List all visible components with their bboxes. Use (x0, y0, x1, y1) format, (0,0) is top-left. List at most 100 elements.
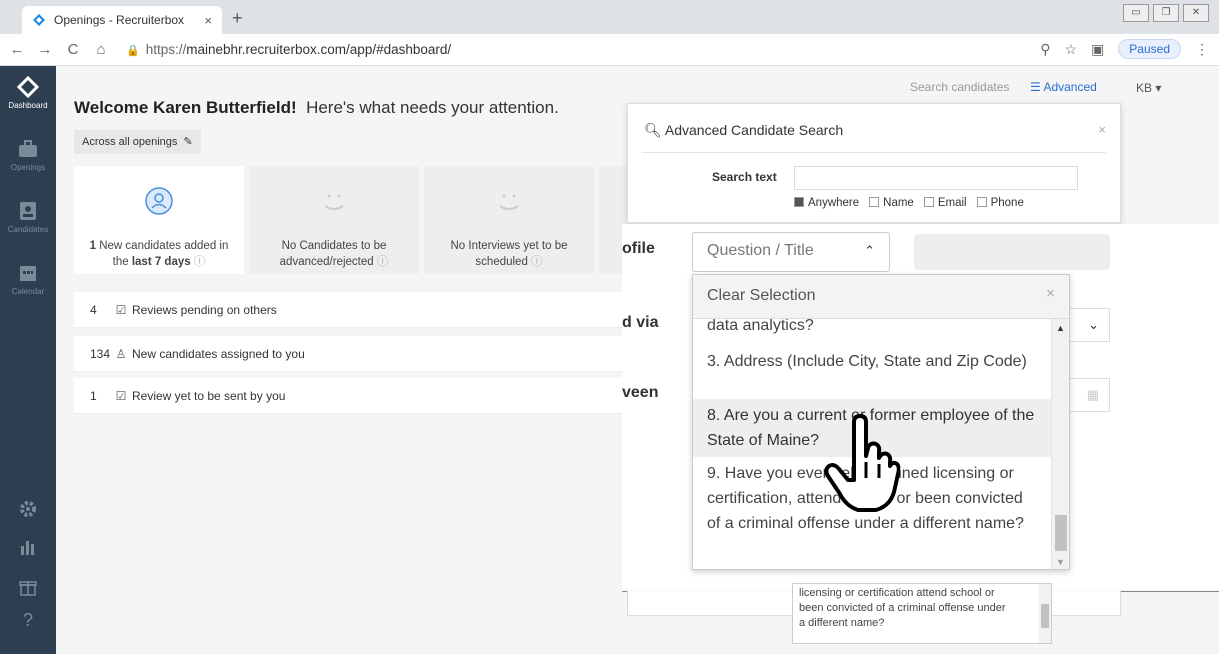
forward-icon[interactable]: → (34, 41, 56, 58)
fragment-line: been convicted of a criminal offense und… (799, 602, 1006, 614)
card-count: No (281, 240, 297, 252)
address-bar-actions: ⚲ ☆ ▣ Paused ⋮ (1040, 39, 1209, 59)
checkbox-name[interactable]: Name (869, 197, 914, 209)
back-icon[interactable]: ← (6, 41, 28, 58)
tab-title: Openings - Recruiterbox (54, 13, 185, 27)
checkbox-empty-icon (923, 197, 934, 207)
pencil-icon: ✎ (180, 136, 193, 148)
summary-card-interviews[interactable]: No Interviews yet to be scheduled ⓘ (424, 166, 594, 274)
card-line1: Interviews yet to be (468, 240, 568, 252)
bookmark-star-icon[interactable]: ☆ (1065, 41, 1078, 58)
openings-filter-label: Across all openings (82, 136, 178, 148)
answer-input[interactable] (914, 234, 1110, 270)
search-input[interactable]: Search candidates (900, 80, 1030, 94)
task-row-new-candidates[interactable]: 134 ♙ New candidates assigned to you (74, 336, 634, 372)
fragment-scrollbar[interactable] (1039, 584, 1051, 643)
recruiterbox-logo-icon (33, 14, 45, 26)
url-field[interactable]: 🔒 https://mainebhr.recruiterbox.com/app/#… (126, 42, 451, 57)
gift-icon (19, 581, 37, 596)
url-scheme: https:// (145, 42, 187, 57)
sidebar-settings[interactable] (0, 498, 56, 523)
sidebar-item-label: Dashboard (8, 101, 48, 110)
scrollbar-thumb[interactable] (1041, 604, 1049, 628)
welcome-subtitle: Here's what needs your attention. (306, 98, 559, 117)
checkbox-phone[interactable]: Phone (976, 197, 1024, 209)
hand-pointer-cursor-icon (824, 414, 900, 512)
close-window-icon[interactable]: ✕ (1183, 4, 1209, 22)
window-controls: ▭ ❐ ✕ (1123, 4, 1209, 22)
original-dropdown-fragment: licensing or certification attend school… (792, 583, 1052, 644)
calendar-icon (20, 266, 36, 281)
home-icon[interactable]: ⌂ (90, 41, 112, 58)
scroll-up-arrow-icon[interactable]: ▲ (1056, 323, 1065, 333)
candidate-card-icon (20, 202, 36, 220)
info-icon: ⓘ (376, 256, 389, 268)
user-menu[interactable]: KB ▾ (1136, 81, 1161, 95)
checkbox-email[interactable]: Email (923, 197, 967, 209)
tab-close-icon[interactable]: × (204, 13, 212, 28)
fragment-line: a different name? (799, 617, 885, 629)
candidate-search-bar: Search candidates ☰ Advanced (900, 76, 1120, 98)
clear-selection-label: Clear Selection (707, 287, 816, 304)
zoomed-profile-filter-panel: ofile d via veen Question / Title ⌃ ⌄ ▦ … (622, 224, 1219, 590)
advanced-search-button[interactable]: ☰ Advanced (1030, 80, 1097, 94)
card-line2: scheduled (475, 256, 528, 268)
modal-close-icon[interactable]: × (1098, 122, 1106, 137)
extension-icon[interactable]: ▣ (1091, 41, 1104, 58)
between-label: veen (622, 384, 659, 401)
reload-icon[interactable]: C (62, 41, 84, 58)
task-row-reviews-pending[interactable]: 4 ☑ Reviews pending on others (74, 292, 634, 328)
scrollbar-thumb[interactable] (1055, 515, 1067, 551)
clear-x-icon[interactable]: × (1046, 285, 1055, 302)
browser-tab-bar: Openings - Recruiterbox × + ▭ ❐ ✕ (0, 0, 1219, 34)
summary-card-new-candidates[interactable]: 1 New candidates added in the last 7 day… (74, 166, 244, 274)
welcome-name: Welcome Karen Butterfield! (74, 98, 297, 117)
address-bar: ← → C ⌂ 🔒 https://mainebhr.recruiterbox.c… (0, 34, 1219, 66)
new-tab-button[interactable]: + (232, 8, 243, 29)
dropdown-option[interactable]: data analytics? (693, 319, 1051, 338)
card-text: No Candidates to be (249, 238, 419, 254)
sidebar-item-calendar[interactable]: Calendar (0, 262, 56, 296)
summary-card-advance-reject[interactable]: No Candidates to be advanced/rejected ⓘ (249, 166, 419, 274)
card-text: No Interviews yet to be (424, 238, 594, 254)
modal-divider (642, 152, 1106, 153)
task-label: New candidates assigned to you (132, 346, 305, 361)
sidebar-item-candidates[interactable]: Candidates (0, 200, 56, 234)
clear-selection-option[interactable]: Clear Selection × (693, 275, 1069, 319)
profile-label: ofile (622, 240, 655, 257)
sidebar-item-dashboard[interactable]: Dashboard (0, 76, 56, 110)
info-icon: ⓘ (193, 256, 206, 268)
menu-kebab-icon[interactable]: ⋮ (1195, 41, 1209, 58)
sidebar-item-openings[interactable]: Openings (0, 138, 56, 172)
dropdown-option[interactable]: 3. Address (Include City, State and Zip … (693, 345, 1051, 378)
sidebar-reports[interactable] (0, 536, 56, 561)
minimize-icon[interactable]: ▭ (1123, 4, 1149, 22)
openings-filter-button[interactable]: Across all openings ✎ (74, 130, 201, 154)
card-text-2: scheduled ⓘ (424, 254, 594, 270)
received-via-label: d via (622, 314, 659, 331)
checkbox-anywhere[interactable]: Anywhere (794, 197, 859, 209)
card-text: 1 New candidates added in (74, 238, 244, 254)
checkbox-checked-icon (794, 197, 804, 207)
search-text-input[interactable] (794, 166, 1078, 190)
dropdown-scrollbar[interactable]: ▲ ▼ (1051, 319, 1069, 569)
checklist-icon: ☑ (115, 388, 127, 403)
task-row-review-to-send[interactable]: 1 ☑ Review yet to be sent by you (74, 378, 634, 414)
user-icon: ♙ (115, 346, 127, 361)
card-line2-pre: the (112, 256, 132, 268)
sidebar-whats-new[interactable] (0, 576, 56, 601)
filter-icon: ☰ (1030, 80, 1044, 94)
question-title-select[interactable]: Question / Title ⌃ (692, 232, 890, 272)
card-text-2: advanced/rejected ⓘ (249, 254, 419, 270)
browser-tab[interactable]: Openings - Recruiterbox × (22, 6, 222, 34)
chevron-down-icon: ⌄ (1088, 317, 1099, 332)
profile-paused-button[interactable]: Paused (1118, 39, 1181, 59)
restore-icon[interactable]: ❐ (1153, 4, 1179, 22)
zoom-icon[interactable]: ⚲ (1040, 41, 1050, 58)
card-text-2: the last 7 days ⓘ (74, 254, 244, 270)
sidebar-help[interactable]: ? (0, 610, 56, 631)
task-count: 4 (90, 302, 97, 317)
help-icon: ? (22, 610, 33, 630)
chevron-up-icon: ⌃ (864, 243, 875, 258)
scroll-down-arrow-icon[interactable]: ▼ (1056, 557, 1065, 567)
